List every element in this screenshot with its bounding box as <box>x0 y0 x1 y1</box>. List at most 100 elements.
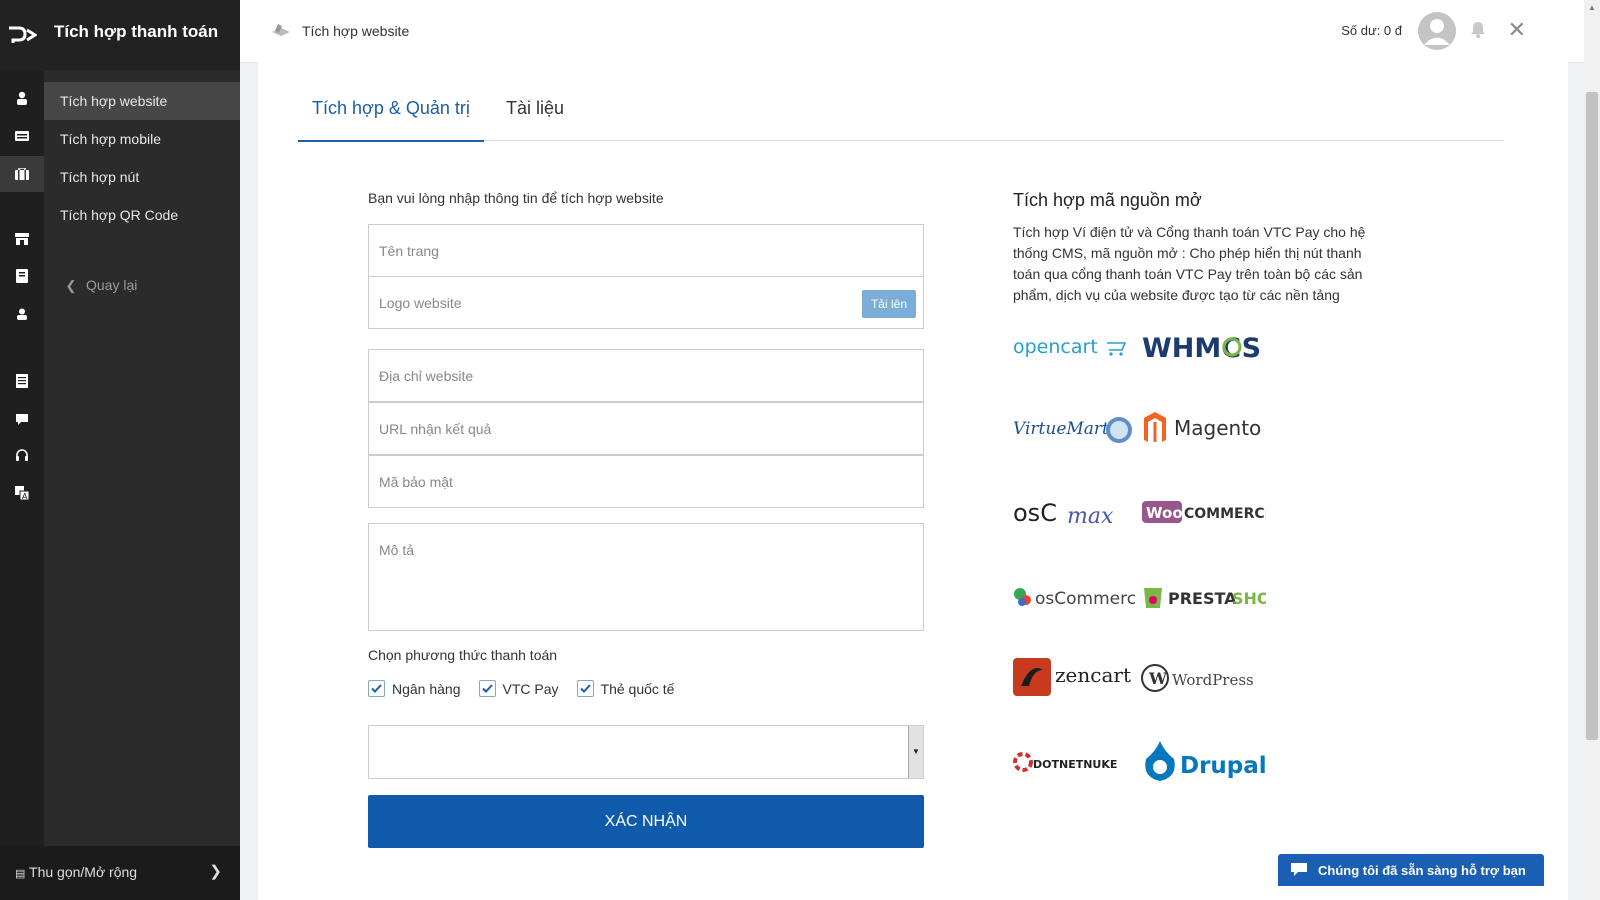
svg-text:max: max <box>1067 504 1114 529</box>
svg-text:Magento: Magento <box>1174 416 1261 440</box>
svg-text:SHOP: SHOP <box>1232 589 1266 608</box>
zencart-logo[interactable]: zencart <box>1011 656 1137 700</box>
secret-key-field[interactable] <box>368 455 924 508</box>
support-headset-icon[interactable] <box>0 438 44 474</box>
scroll-up-arrow[interactable]: ▲ <box>1584 0 1600 16</box>
svg-text:zencart: zencart <box>1055 663 1131 687</box>
whmcs-logo[interactable]: WHMCS <box>1140 324 1266 368</box>
logo-input[interactable] <box>369 277 923 328</box>
svg-text:osCommerce: osCommerce <box>1035 589 1135 609</box>
wordpress-logo[interactable]: W WordPress <box>1140 656 1266 700</box>
method-vtcpay-label: VTC Pay <box>502 680 559 697</box>
payment-method-label: Chọn phương thức thanh toán <box>368 647 558 663</box>
tab-integration-admin[interactable]: Tích hợp & Quản trị <box>298 98 484 142</box>
page-name-field[interactable] <box>368 224 924 277</box>
tab-bar: Tích hợp & Quản trị Tài liệu <box>298 90 1504 142</box>
svg-text:WordPress: WordPress <box>1172 671 1254 689</box>
open-source-title: Tích hợp mã nguồn mở <box>1013 190 1202 210</box>
description-field[interactable] <box>368 523 924 631</box>
category-select[interactable]: ▼ <box>368 725 924 779</box>
dotnetnuke-logo[interactable]: DOTNETNUKE <box>1011 740 1137 784</box>
logo-field[interactable]: Tải lên <box>368 276 924 329</box>
breadcrumb: Tích hợp website <box>270 22 409 40</box>
upload-button[interactable]: Tải lên <box>861 290 916 318</box>
result-url-field[interactable] <box>368 402 924 455</box>
method-international-card-label: Thẻ quốc tế <box>600 680 675 697</box>
back-label: Quay lại <box>86 277 138 293</box>
balance-text: Số dư: 0 đ <box>1341 23 1402 38</box>
svg-text:W: W <box>1148 669 1168 688</box>
bell-icon[interactable] <box>1470 20 1486 41</box>
oscommerce-logo[interactable]: osCommerce <box>1011 574 1137 618</box>
woocommerce-logo[interactable]: Woo COMMERCE <box>1140 490 1266 534</box>
method-bank-checkbox[interactable]: Ngân hàng <box>368 680 461 697</box>
method-international-card-checkbox[interactable]: Thẻ quốc tế <box>576 680 675 697</box>
svg-text:COMMERCE: COMMERCE <box>1184 506 1266 522</box>
prestashop-logo[interactable]: PRESTASHOP <box>1140 574 1266 618</box>
payment-methods: Ngân hàng VTC Pay Thẻ quốc tế <box>368 680 674 697</box>
close-icon[interactable]: ✕ <box>1508 18 1526 42</box>
chat-label: Chúng tôi đã sẵn sàng hỗ trợ bạn <box>1318 862 1526 878</box>
briefcase-icon[interactable] <box>0 156 44 192</box>
chat-icon[interactable] <box>0 401 44 437</box>
user-icon[interactable] <box>0 80 44 116</box>
scrollbar[interactable]: ▲ <box>1584 0 1600 900</box>
chevron-right-icon: ❯ <box>209 863 222 880</box>
dropdown-arrow-icon[interactable]: ▼ <box>908 726 923 778</box>
sidebar-item-website[interactable]: Tích hợp website <box>44 82 240 120</box>
magento-logo[interactable]: Magento <box>1140 406 1266 450</box>
svg-text:osC: osC <box>1013 499 1057 527</box>
icon-rail: A <box>0 0 44 900</box>
svg-text:PRESTA: PRESTA <box>1168 589 1237 608</box>
main-panel: Tích hợp & Quản trị Tài liệu Bạn vui lòn… <box>258 62 1568 900</box>
tab-documents[interactable]: Tài liệu <box>506 98 564 140</box>
description-textarea[interactable] <box>369 524 923 630</box>
language-icon[interactable]: A <box>0 475 44 511</box>
svg-text:opencart: opencart <box>1013 336 1098 358</box>
app-title: Tích hợp thanh toán <box>54 22 219 41</box>
open-source-description: Tích hợp Ví điện tử và Cổng thanh toán V… <box>1013 224 1366 303</box>
checkbox-checked-icon[interactable] <box>368 680 385 697</box>
app-logo-mark[interactable] <box>0 0 44 70</box>
page-name-input[interactable] <box>369 225 923 276</box>
svg-text:WHMCS: WHMCS <box>1142 333 1261 363</box>
book-icon[interactable] <box>0 258 44 294</box>
sidebar-item-qr-code[interactable]: Tích hợp QR Code <box>44 196 240 234</box>
avatar[interactable] <box>1418 12 1456 50</box>
secret-key-input[interactable] <box>369 456 923 507</box>
method-bank-label: Ngân hàng <box>392 680 461 697</box>
document-icon[interactable] <box>0 363 44 399</box>
chevron-left-icon: ❮ <box>65 278 77 293</box>
collapse-icon: ▤ <box>15 868 26 880</box>
support-chat-widget[interactable]: Chúng tôi đã sẵn sàng hỗ trợ bạn <box>1278 854 1544 886</box>
svg-text:Woo: Woo <box>1146 504 1183 522</box>
oscmax-logo[interactable]: osC max <box>1011 490 1137 534</box>
svg-text:A: A <box>22 492 28 500</box>
form-intro: Bạn vui lòng nhập thông tin để tích hợp … <box>368 190 664 206</box>
svg-text:VirtueMart: VirtueMart <box>1013 419 1109 439</box>
top-bar: Tích hợp website Số dư: 0 đ ✕ <box>240 0 1584 63</box>
sidebar-item-button[interactable]: Tích hợp nút <box>44 158 240 196</box>
wallet-icon[interactable] <box>0 118 44 154</box>
drupal-logo[interactable]: Drupal <box>1140 740 1266 784</box>
collapse-label: Thu gọn/Mở rộng <box>29 864 138 880</box>
agent-icon[interactable] <box>0 296 44 332</box>
submit-button[interactable]: XÁC NHẬN <box>368 795 924 848</box>
scrollbar-thumb[interactable] <box>1586 92 1598 740</box>
svg-text:DOTNETNUKE: DOTNETNUKE <box>1033 758 1117 771</box>
checkbox-checked-icon[interactable] <box>478 680 496 697</box>
result-url-input[interactable] <box>369 403 923 454</box>
method-vtcpay-checkbox[interactable]: VTC Pay <box>478 680 559 697</box>
back-link[interactable]: ❮ Quay lại <box>44 266 240 304</box>
website-url-field[interactable] <box>368 349 924 402</box>
store-icon[interactable] <box>0 221 44 257</box>
checkbox-checked-icon[interactable] <box>576 680 594 697</box>
collapse-toggle[interactable]: ▤ Thu gọn/Mở rộng ❯ <box>0 846 240 900</box>
virtuemart-logo[interactable]: VirtueMart <box>1011 406 1137 450</box>
integration-icon <box>272 24 290 36</box>
opencart-logo[interactable]: opencart <box>1011 324 1137 368</box>
website-url-input[interactable] <box>369 350 923 401</box>
breadcrumb-label: Tích hợp website <box>302 23 410 39</box>
svg-text:Drupal: Drupal <box>1180 753 1266 779</box>
sidebar-item-mobile[interactable]: Tích hợp mobile <box>44 120 240 158</box>
